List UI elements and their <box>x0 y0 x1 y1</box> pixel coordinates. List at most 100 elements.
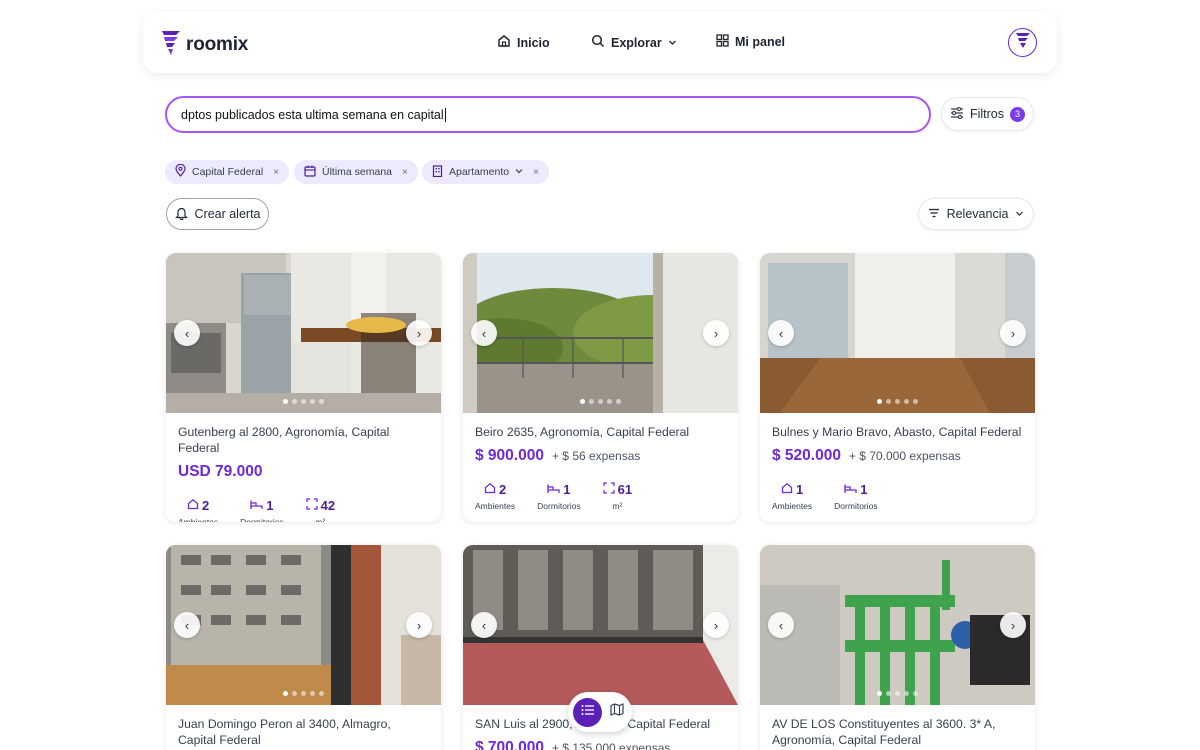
listing-card[interactable]: ‹ › Beiro 2635, Agronomía, Capital Feder… <box>463 253 738 522</box>
dot[interactable] <box>598 399 603 404</box>
dot[interactable] <box>292 691 297 696</box>
chip-date-label: Última semana <box>322 166 393 178</box>
previous-photo-button[interactable]: ‹ <box>471 320 497 346</box>
listing-card[interactable]: ‹ › Bulnes y Mario Bravo, Abasto, Capita… <box>760 253 1035 522</box>
building-icon <box>432 164 443 180</box>
listing-expensas: + $ 70.000 expensas <box>848 449 961 463</box>
dot[interactable] <box>877 399 882 404</box>
home-icon <box>781 482 793 497</box>
ambientes-value: 1 <box>795 482 804 497</box>
dot[interactable] <box>319 691 324 696</box>
chip-location-label: Capital Federal <box>192 166 264 178</box>
dot[interactable] <box>607 399 612 404</box>
search-input[interactable]: dptos publicados esta ultima semana en c… <box>165 96 931 133</box>
top-navbar: roomix Inicio Explorar Mi panel <box>143 12 1057 73</box>
listing-price: $ 900.000 <box>475 447 544 464</box>
listing-photo[interactable]: ‹ › <box>463 545 738 705</box>
area-icon <box>602 482 615 497</box>
dot[interactable] <box>913 691 918 696</box>
listing-photo[interactable]: ‹ › <box>166 253 441 413</box>
location-pin-icon <box>175 163 186 180</box>
listing-card[interactable]: ‹ › Gutenberg al 2800, Agronomía, Capita… <box>166 253 441 522</box>
text-cursor <box>444 107 446 122</box>
listing-expensas: + $ 56 expensas <box>551 449 641 463</box>
listing-card[interactable]: ‹ › AV DE LOS Constituyentes al 3600. 3*… <box>760 545 1035 750</box>
logo[interactable]: roomix <box>160 28 248 61</box>
dot[interactable] <box>301 691 306 696</box>
photo-pagination <box>463 399 738 404</box>
close-icon[interactable]: × <box>273 167 279 178</box>
listing-photo[interactable]: ‹ › <box>760 253 1035 413</box>
listing-card[interactable]: ‹ › Juan Domingo Peron al 3400, Almagro,… <box>166 545 441 750</box>
close-icon[interactable]: × <box>533 167 539 178</box>
chip-location[interactable]: Capital Federal × <box>165 160 290 184</box>
dot[interactable] <box>310 399 315 404</box>
feature-m2: 42 m² <box>305 498 336 522</box>
dot[interactable] <box>292 399 297 404</box>
previous-photo-button[interactable]: ‹ <box>768 612 794 638</box>
dot[interactable] <box>895 399 900 404</box>
list-view-button[interactable] <box>573 697 602 727</box>
filters-button[interactable]: Filtros 3 <box>941 97 1034 131</box>
chevron-down-icon[interactable] <box>515 166 523 178</box>
dot[interactable] <box>895 691 900 696</box>
nav-explorar[interactable]: Explorar <box>591 34 677 51</box>
create-alert-label: Crear alerta <box>194 207 261 221</box>
dot[interactable] <box>616 399 621 404</box>
dormitorios-label: Dormitorios <box>834 501 878 511</box>
previous-photo-button[interactable]: ‹ <box>174 612 200 638</box>
close-icon[interactable]: × <box>402 167 408 178</box>
dot[interactable] <box>319 399 324 404</box>
feature-dormitorios: 1 Dormitorios <box>240 498 283 522</box>
nav-mi-panel[interactable]: Mi panel <box>716 34 785 50</box>
create-alert-button[interactable]: Crear alerta <box>166 198 269 230</box>
bed-icon <box>250 498 263 513</box>
dot[interactable] <box>904 691 909 696</box>
ambientes-label: Ambientes <box>178 517 219 522</box>
dot[interactable] <box>904 399 909 404</box>
next-photo-button[interactable]: › <box>406 612 432 638</box>
area-icon <box>305 498 318 513</box>
bed-icon <box>844 482 857 497</box>
filters-count-badge: 3 <box>1010 106 1026 122</box>
view-toggle <box>568 692 632 732</box>
listing-photo[interactable]: ‹ › <box>760 545 1035 705</box>
dot[interactable] <box>283 691 288 696</box>
tornado-logo-icon <box>160 28 182 61</box>
dot[interactable] <box>283 399 288 404</box>
dormitorios-value: 1 <box>860 482 868 497</box>
dot[interactable] <box>913 399 918 404</box>
dot[interactable] <box>886 399 891 404</box>
chevron-down-icon <box>1015 207 1024 221</box>
listing-price: $ 520.000 <box>772 447 841 464</box>
dot[interactable] <box>877 691 882 696</box>
m2-value: 42 <box>320 498 336 513</box>
chip-property-type[interactable]: Apartamento × <box>422 160 549 184</box>
avatar[interactable] <box>1008 28 1037 57</box>
next-photo-button[interactable]: › <box>703 612 729 638</box>
listing-photo[interactable]: ‹ › <box>166 545 441 705</box>
next-photo-button[interactable]: › <box>406 320 432 346</box>
dot[interactable] <box>580 399 585 404</box>
previous-photo-button[interactable]: ‹ <box>768 320 794 346</box>
photo-pagination <box>166 691 441 696</box>
next-photo-button[interactable]: › <box>1000 612 1026 638</box>
nav-inicio[interactable]: Inicio <box>497 34 550 51</box>
chip-date[interactable]: Última semana × <box>294 160 418 184</box>
listing-photo[interactable]: ‹ › <box>463 253 738 413</box>
feature-m2: 61 m² <box>602 482 632 511</box>
dot[interactable] <box>589 399 594 404</box>
next-photo-button[interactable]: › <box>1000 320 1026 346</box>
dot[interactable] <box>886 691 891 696</box>
listing-price: USD 79.000 <box>178 463 263 480</box>
sort-dropdown[interactable]: Relevancia <box>918 198 1034 230</box>
sort-icon <box>928 207 940 221</box>
previous-photo-button[interactable]: ‹ <box>471 612 497 638</box>
bell-icon <box>174 206 188 223</box>
dot[interactable] <box>310 691 315 696</box>
previous-photo-button[interactable]: ‹ <box>174 320 200 346</box>
dot[interactable] <box>301 399 306 404</box>
map-view-button[interactable] <box>610 703 624 721</box>
listing-address: Juan Domingo Peron al 3400, Almagro, Cap… <box>178 717 391 747</box>
next-photo-button[interactable]: › <box>703 320 729 346</box>
